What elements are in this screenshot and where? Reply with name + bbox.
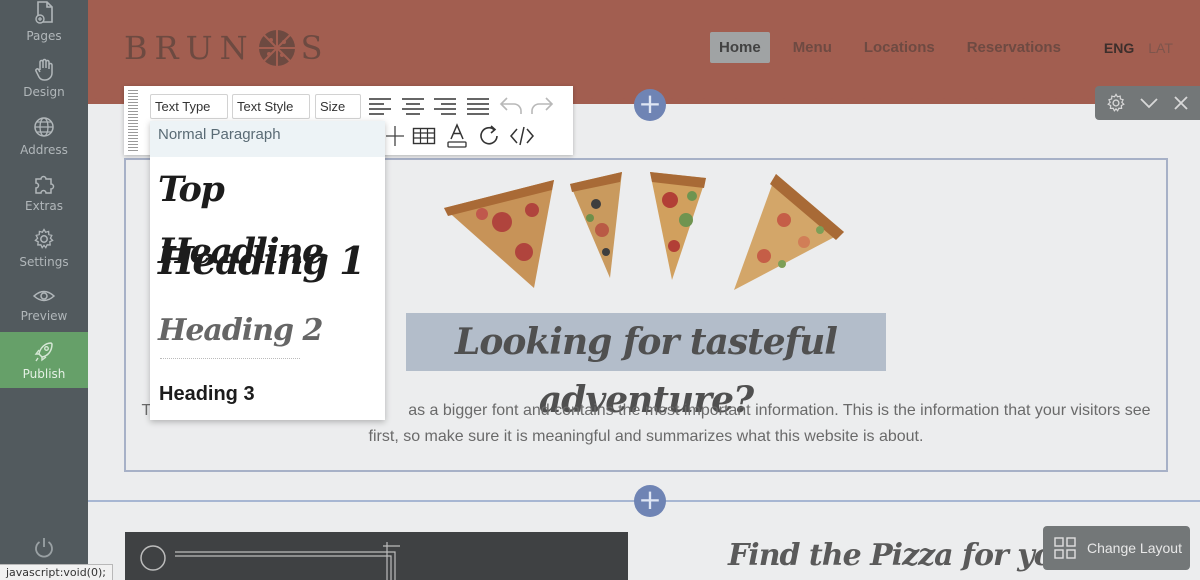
decorative-frame-graphic — [140, 542, 400, 580]
text-type-select[interactable]: Text Type▼ — [150, 94, 228, 134]
add-section-button-middle[interactable]: + — [634, 485, 666, 517]
pizza-slices-image — [444, 172, 844, 290]
close-icon[interactable] — [1173, 95, 1189, 111]
nav-menu[interactable]: Menu — [784, 32, 841, 63]
power-icon[interactable] — [32, 536, 56, 560]
pages-icon — [35, 1, 53, 24]
nav-home[interactable]: Home — [710, 32, 770, 63]
layout-grid-icon — [1054, 537, 1076, 559]
dropdown-option-heading-3[interactable]: Heading 3 — [150, 377, 385, 411]
lang-lat[interactable]: LAT — [1148, 40, 1173, 56]
menu-image-panel — [125, 532, 628, 580]
browser-status-url: javascript:void(0); — [0, 564, 113, 580]
rocket-icon — [34, 342, 53, 362]
lang-eng[interactable]: ENG — [1104, 40, 1134, 56]
sidebar-item-label: Extras — [25, 199, 63, 213]
site-nav: Home Menu Locations Reservations ENG LAT — [710, 32, 1173, 63]
logo-text-left: BRUN — [124, 29, 255, 67]
editor-sidebar: Pages Design Address Extras Settings Pre… — [0, 0, 88, 580]
site-logo[interactable]: BRUN S — [124, 28, 330, 68]
sidebar-item-label: Settings — [19, 255, 69, 269]
toolbar-drag-handle[interactable] — [128, 90, 138, 151]
nav-reservations[interactable]: Reservations — [958, 32, 1070, 63]
gear-icon — [34, 228, 54, 249]
align-right-icon[interactable] — [433, 96, 457, 116]
sidebar-item-label: Preview — [20, 309, 68, 323]
insert-line-icon[interactable] — [385, 124, 405, 148]
globe-icon — [34, 117, 54, 137]
table-icon[interactable] — [412, 126, 436, 146]
logo-text-right: S — [300, 29, 330, 67]
hero-headline-selected[interactable]: Looking for tasteful adventure? — [406, 313, 886, 421]
size-label: Size — [320, 99, 346, 114]
sidebar-item-publish[interactable]: Publish — [0, 332, 88, 388]
sidebar-item-design[interactable]: Design — [0, 58, 88, 114]
align-center-icon[interactable] — [401, 96, 425, 116]
sidebar-item-pages[interactable]: Pages — [0, 0, 88, 56]
pizza-slice-4 — [734, 174, 844, 290]
code-icon[interactable] — [509, 125, 535, 147]
undo-icon[interactable] — [498, 94, 524, 118]
align-left-icon[interactable] — [368, 96, 392, 116]
hand-icon — [35, 58, 53, 81]
dropdown-option-normal-paragraph[interactable]: Normal Paragraph — [150, 121, 385, 157]
section-controls — [1095, 86, 1200, 120]
change-layout-label: Change Layout — [1087, 540, 1182, 556]
size-select[interactable]: Size▼ — [315, 94, 361, 134]
sidebar-item-label: Pages — [26, 29, 62, 43]
sidebar-item-address[interactable]: Address — [0, 116, 88, 172]
text-type-dropdown: Normal Paragraph Top Headline Heading 1 … — [150, 121, 385, 420]
pizza-slice-2 — [570, 172, 622, 278]
puzzle-icon — [35, 175, 55, 194]
change-layout-button[interactable]: Change Layout — [1043, 526, 1190, 570]
nav-locations[interactable]: Locations — [855, 32, 944, 63]
text-type-label: Text Type — [155, 99, 211, 114]
align-justify-icon[interactable] — [466, 96, 490, 116]
eye-icon — [33, 290, 55, 302]
text-style-select[interactable]: Text Style▼ — [232, 94, 310, 134]
dropdown-option-heading-2[interactable]: Heading 2 — [150, 307, 385, 357]
sidebar-item-settings[interactable]: Settings — [0, 228, 88, 284]
body-text-line-2: first, so make sure it is meaningful and… — [368, 428, 924, 445]
sidebar-item-extras[interactable]: Extras — [0, 172, 88, 228]
redo-icon[interactable] — [529, 94, 555, 118]
sidebar-item-label: Design — [23, 85, 65, 99]
refresh-icon[interactable] — [477, 124, 501, 148]
add-section-button-top[interactable]: + — [634, 89, 666, 121]
sidebar-item-label: Publish — [22, 367, 66, 381]
pizza-slice-3 — [650, 172, 706, 280]
section-settings-gear-icon[interactable] — [1106, 93, 1126, 113]
text-color-icon[interactable] — [446, 123, 468, 149]
sidebar-item-label: Address — [20, 143, 68, 157]
pizza-logo-icon — [258, 30, 295, 66]
text-style-label: Text Style — [237, 99, 294, 114]
pizza-slice-1 — [444, 180, 554, 288]
dropdown-option-heading-1[interactable]: Heading 1 — [150, 229, 385, 293]
dropdown-option-top-headline[interactable]: Top Headline — [150, 159, 385, 272]
chevron-down-icon[interactable] — [1139, 96, 1159, 110]
heading-2-underline — [160, 358, 300, 359]
